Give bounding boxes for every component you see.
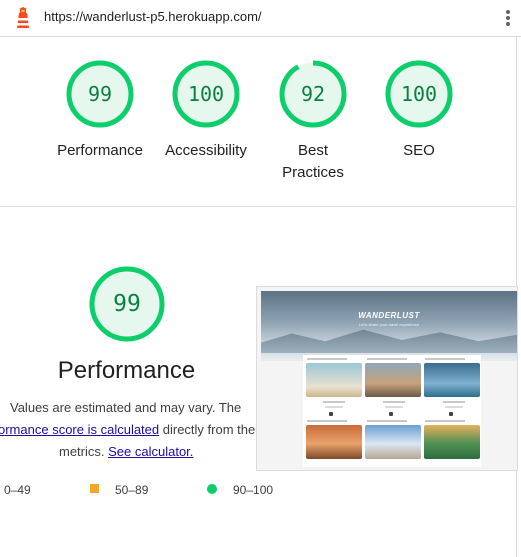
estimate-note-line2: ormance score is calculated directly fro… <box>0 422 255 437</box>
accessibility-score: 100 <box>187 82 225 106</box>
post-image <box>306 425 362 459</box>
post-image <box>424 425 480 459</box>
accessibility-gauge[interactable]: 100 <box>171 59 241 129</box>
url-bar[interactable]: https://wanderlust-p5.herokuapp.com/ <box>0 0 521 37</box>
hero-subtitle: Let's share your travel experience <box>359 322 419 327</box>
seo-label: SEO <box>403 142 435 159</box>
site-content <box>303 355 481 467</box>
best-practices-score: 92 <box>300 82 326 106</box>
post-image <box>424 363 480 397</box>
legend-average: 50–89 <box>115 483 149 497</box>
section-divider <box>0 206 516 207</box>
legend-fail: 0–49 <box>4 483 31 497</box>
performance-detail-score: 99 <box>113 291 141 317</box>
seo-gauge[interactable]: 100 <box>384 59 454 129</box>
performance-gauge[interactable]: 99 <box>65 59 135 129</box>
best-practices-label-text: Best Practices <box>282 142 344 181</box>
hero-title: WANDERLUST <box>358 311 420 320</box>
seo-score: 100 <box>400 82 438 106</box>
score-calculation-link[interactable]: ormance score is calculated <box>0 422 159 437</box>
best-practices-label: Best Practices <box>253 140 373 184</box>
kebab-menu-icon[interactable] <box>505 10 511 28</box>
lighthouse-icon <box>17 7 29 28</box>
post-image <box>365 425 421 459</box>
note-text-3: metrics. <box>59 444 109 459</box>
accessibility-label: Accessibility <box>165 142 247 159</box>
performance-detail-gauge: 99 <box>88 265 166 343</box>
estimate-note-line3: metrics. See calculator. <box>59 444 193 459</box>
post-image <box>306 363 362 397</box>
estimate-note-line1: Values are estimated and may vary. The <box>10 400 242 415</box>
performance-score: 99 <box>87 82 113 106</box>
page-screenshot: WANDERLUST Let's share your travel exper… <box>256 286 518 471</box>
note-text-2: directly from the <box>159 422 256 437</box>
performance-label: Performance <box>57 142 143 159</box>
pass-circle-icon <box>207 484 217 494</box>
post-image <box>365 363 421 397</box>
hero-banner: WANDERLUST Let's share your travel exper… <box>261 291 517 361</box>
url-text[interactable]: https://wanderlust-p5.herokuapp.com/ <box>44 9 262 24</box>
best-practices-gauge[interactable]: 92 <box>278 59 348 129</box>
performance-heading: Performance <box>57 357 196 384</box>
see-calculator-link[interactable]: See calculator. <box>108 444 193 459</box>
legend-pass: 90–100 <box>233 483 274 497</box>
average-square-icon <box>90 484 99 493</box>
